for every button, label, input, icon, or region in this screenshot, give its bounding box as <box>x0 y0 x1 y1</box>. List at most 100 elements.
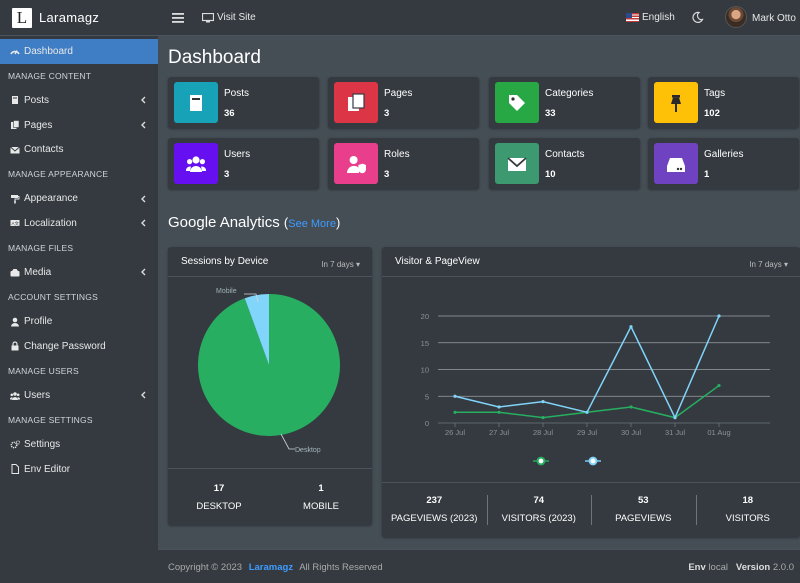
sidebar-item-label: Contacts <box>24 144 64 156</box>
sidebar-item-contacts[interactable]: Contacts <box>0 137 158 162</box>
see-more-link[interactable]: See More <box>288 218 336 230</box>
info-box-label: Galleries <box>704 149 744 160</box>
copyright-text: Copyright © 2023 <box>168 562 243 573</box>
sidebar-item-label: Change Password <box>24 340 106 352</box>
sidebar-item-users[interactable]: Users <box>0 383 158 408</box>
sidebar-item-pages[interactable]: Pages <box>0 113 158 138</box>
brand-logo: L <box>12 7 32 28</box>
series-point-1[interactable] <box>629 405 633 409</box>
sidebar-item-posts[interactable]: Posts <box>0 88 158 113</box>
sidebar-item-settings[interactable]: Settings <box>0 433 158 458</box>
sidebar-item-localization[interactable]: A文 Localization <box>0 211 158 236</box>
dark-mode-toggle-icon[interactable] <box>691 11 704 24</box>
sidebar-item-label: Posts <box>24 94 50 106</box>
y-tick-label: 0 <box>425 419 429 428</box>
x-tick-label: 28 Jul <box>533 428 553 437</box>
info-box-galleries[interactable]: Galleries 1 <box>648 138 799 189</box>
x-tick-label: 30 Jul <box>621 428 641 437</box>
brand-link[interactable]: L Laramagz <box>0 0 158 36</box>
users-icon <box>10 391 20 400</box>
svg-text:A文: A文 <box>12 220 20 227</box>
copy-icon <box>348 92 365 111</box>
info-box-users[interactable]: Users 3 <box>168 138 319 189</box>
info-box-icon <box>174 82 218 123</box>
nav-section-header: MANAGE APPEARANCE <box>8 169 109 180</box>
pie-label-mobile: Mobile <box>216 288 237 295</box>
sidebar-item-appearance[interactable]: Appearance <box>0 187 158 212</box>
env-label: Env <box>688 562 706 573</box>
photo-icon <box>10 268 20 277</box>
sidebar-item-env-editor[interactable]: Env Editor <box>0 457 158 482</box>
info-box-tags[interactable]: Tags 102 <box>648 77 799 128</box>
series-point-0[interactable] <box>673 416 677 420</box>
x-tick-label: 01 Aug <box>707 428 730 437</box>
sidebar-item-profile[interactable]: Profile <box>0 310 158 335</box>
info-box-icon <box>334 82 378 123</box>
legend-marker[interactable] <box>588 456 598 466</box>
series-point-0[interactable] <box>629 325 633 329</box>
menu-toggle-icon[interactable] <box>172 12 184 23</box>
info-box-value: 36 <box>224 108 235 119</box>
thumbtack-icon <box>671 94 681 112</box>
sidebar-item-label: Dashboard <box>24 45 73 57</box>
info-box-label: Categories <box>545 88 594 99</box>
language-selector[interactable]: English <box>626 12 675 23</box>
sessions-stats: 17 DESKTOP 1 MOBILE <box>168 468 372 525</box>
series-point-0[interactable] <box>453 394 457 398</box>
sidebar-item-media[interactable]: Media <box>0 260 158 285</box>
desktop-icon <box>202 12 214 22</box>
sidebar-item-change-password[interactable]: Change Password <box>0 334 158 359</box>
sidebar-item-label: Users <box>24 390 51 402</box>
visitor-range-dropdown[interactable]: In 7 days ▾ <box>749 260 788 269</box>
sessions-card: Sessions by Device In 7 days ▾ Mobile Des… <box>168 247 372 525</box>
tags-icon <box>509 94 525 111</box>
avatar[interactable] <box>725 6 747 28</box>
visit-site-link[interactable]: Visit Site <box>202 12 256 23</box>
info-box-pages[interactable]: Pages 3 <box>328 77 479 128</box>
user-shield-icon <box>346 155 366 173</box>
info-box-value: 3 <box>384 169 390 180</box>
info-box-icon <box>654 143 698 184</box>
y-tick-label: 5 <box>425 392 429 401</box>
series-point-1[interactable] <box>453 410 457 414</box>
stat-pageviews: 53 PAGEVIEWS <box>591 495 696 537</box>
legend-marker[interactable] <box>536 456 546 466</box>
analytics-title: Google Analytics <box>168 214 280 231</box>
rights-text: All Rights Reserved <box>299 562 383 573</box>
sidebar-item-label: Media <box>24 267 52 279</box>
sessions-range-dropdown[interactable]: In 7 days ▾ <box>321 260 360 269</box>
series-point-1[interactable] <box>541 416 545 420</box>
info-box-icon <box>495 143 539 184</box>
stat-desktop: 17 DESKTOP <box>196 483 242 512</box>
info-box-label: Posts <box>224 88 250 99</box>
info-box-label: Users <box>224 149 251 160</box>
brand-footer-link[interactable]: Laramagz <box>249 562 293 573</box>
series-point-1[interactable] <box>497 410 501 414</box>
info-box-contacts[interactable]: Contacts 10 <box>489 138 640 189</box>
stat-visitors-year: 74 VISITORS (2023) <box>486 495 592 537</box>
user-icon <box>11 317 19 327</box>
info-box-value: 33 <box>545 108 556 119</box>
page-title: Dashboard <box>168 47 261 68</box>
x-tick-label: 29 Jul <box>577 428 597 437</box>
series-point-0[interactable] <box>497 405 501 409</box>
visitor-line-chart: 0 5 10 15 20 26 Jul 27 Jul 28 Jul 29 Jul 30 Jul 31… <box>421 312 770 466</box>
series-point-0[interactable] <box>541 400 545 404</box>
book-icon <box>12 96 18 105</box>
analytics-heading: Google Analytics (See More) <box>168 214 341 231</box>
pie-label-desktop: Desktop <box>295 447 321 454</box>
book-icon <box>190 94 202 111</box>
series-point-0[interactable] <box>717 314 721 318</box>
series-point-1[interactable] <box>717 383 721 388</box>
copy-icon <box>11 120 20 130</box>
users-icon <box>186 155 206 172</box>
info-box-roles[interactable]: Roles 3 <box>328 138 479 189</box>
series-point-0[interactable] <box>585 410 589 414</box>
sidebar-item-dashboard[interactable]: Dashboard <box>0 39 158 64</box>
info-box-posts[interactable]: Posts 36 <box>168 77 319 128</box>
info-box-categories[interactable]: Categories 33 <box>489 77 640 128</box>
chevron-left-icon <box>141 268 146 276</box>
user-name[interactable]: Mark Otto <box>752 13 796 24</box>
sessions-card-title: Sessions by Device <box>181 256 269 267</box>
version-label: Version <box>735 562 771 573</box>
